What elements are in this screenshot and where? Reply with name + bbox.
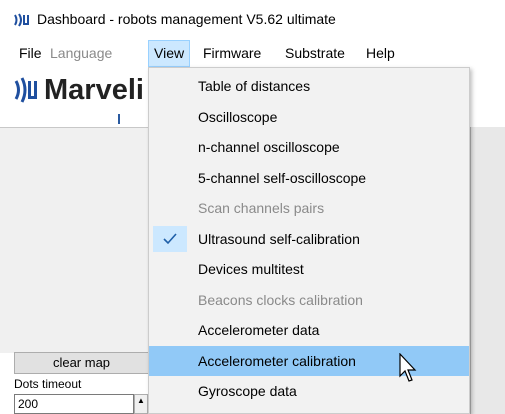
logo-underline: [118, 114, 120, 124]
menu-item-oscilloscope[interactable]: Oscilloscope: [149, 102, 469, 133]
menu-item-table-of-distances[interactable]: Table of distances: [149, 71, 469, 102]
menu-item-label: Ultrasound self-calibration: [198, 230, 360, 247]
menu-item-label: Devices multitest: [198, 261, 304, 277]
menu-item-label: n-channel oscilloscope: [198, 139, 340, 155]
menu-item-accelerometer-data[interactable]: Accelerometer data: [149, 315, 469, 346]
spin-up-arrow-icon[interactable]: ▲: [134, 394, 148, 414]
menu-language[interactable]: Language: [45, 40, 117, 67]
menu-item-n-channel-oscilloscope[interactable]: n-channel oscilloscope: [149, 132, 469, 163]
title-bar: Dashboard - robots management V5.62 ulti…: [0, 0, 505, 40]
menu-item-label: Gyroscope data: [198, 383, 297, 399]
menu-item-accelerometer-calibration[interactable]: Accelerometer calibration: [149, 345, 469, 376]
logo-mark-icon: [14, 77, 37, 103]
menu-item-gyroscope-data[interactable]: Gyroscope data: [149, 376, 469, 407]
app-logo-icon: [14, 13, 29, 27]
menu-item-label: Beacons clocks calibration: [198, 291, 363, 308]
menu-view[interactable]: View: [148, 40, 191, 67]
dots-timeout-input[interactable]: 200: [14, 394, 134, 414]
checkmark-icon: [163, 232, 177, 244]
clear-map-button[interactable]: clear map: [14, 352, 149, 374]
dots-timeout-label: Dots timeout: [14, 377, 82, 391]
logo-text: Marveli: [44, 74, 144, 106]
mouse-pointer-icon: [399, 353, 417, 382]
menu-firmware[interactable]: Firmware: [198, 40, 266, 67]
side-panel: [470, 127, 505, 414]
menu-item-label: 5-channel self-oscilloscope: [198, 169, 367, 186]
menu-item-label: Accelerometer data: [198, 322, 320, 338]
menu-item-label: Table of distances: [198, 78, 311, 94]
menu-substrate[interactable]: Substrate: [280, 40, 350, 67]
menu-item-devices-multitest[interactable]: Devices multitest: [149, 254, 469, 285]
menu-help[interactable]: Help: [361, 40, 400, 67]
menu-item-ultrasound-self-calibration[interactable]: Ultrasound self-calibration: [149, 224, 469, 255]
menu-item-label: Oscilloscope: [198, 108, 278, 125]
menu-bar: File Language View Firmware Substrate He…: [0, 40, 505, 67]
menu-item-label: Scan channels pairs: [198, 200, 325, 216]
menu-file[interactable]: File: [14, 40, 47, 67]
window-title: Dashboard - robots management V5.62 ulti…: [37, 11, 336, 27]
menu-item-label: Accelerometer calibration: [198, 352, 356, 369]
menu-item-5-channel-self-oscilloscope[interactable]: 5-channel self-oscilloscope: [149, 163, 469, 194]
menu-item-beacons-clocks-calibration: Beacons clocks calibration: [149, 285, 469, 316]
menu-item-scan-channels-pairs: Scan channels pairs: [149, 193, 469, 224]
view-menu-dropdown: Table of distances Oscilloscope n-channe…: [148, 67, 470, 414]
